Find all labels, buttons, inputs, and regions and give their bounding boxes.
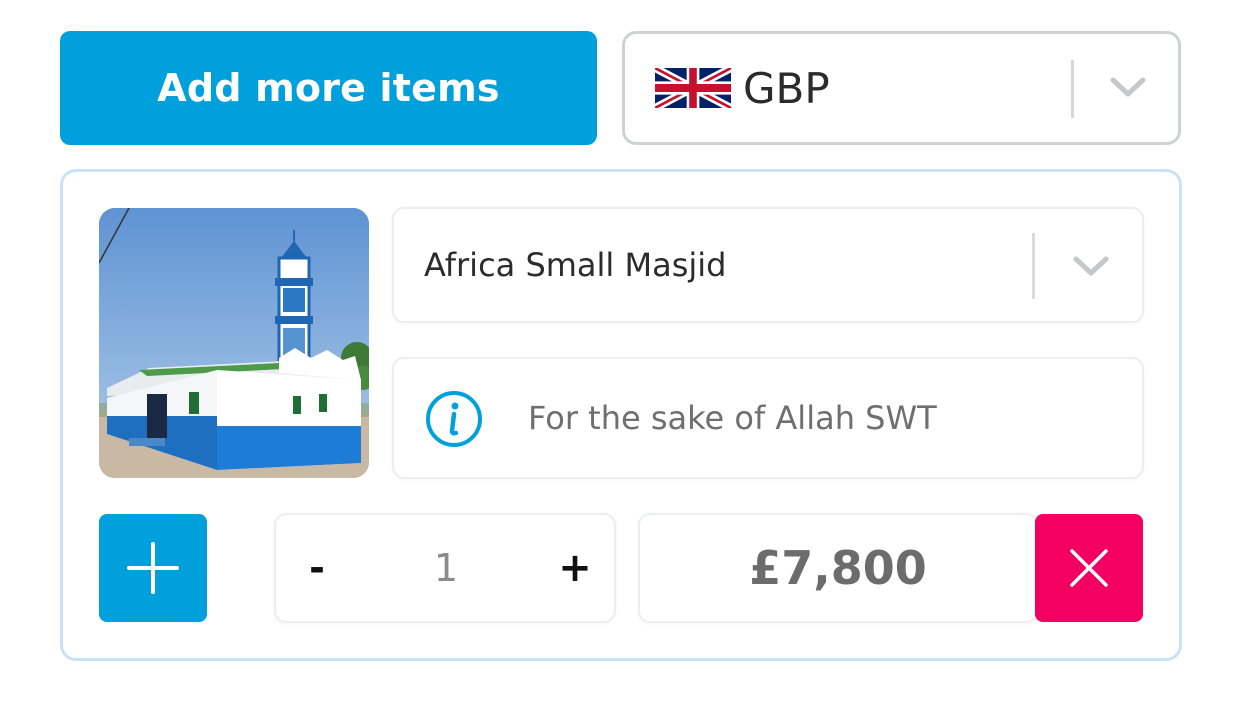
- close-icon: [1070, 549, 1108, 587]
- quantity-value[interactable]: 1: [406, 545, 486, 591]
- uk-flag-icon: [655, 68, 731, 108]
- add-item-button[interactable]: [99, 514, 207, 622]
- quantity-increase-button[interactable]: +: [558, 545, 592, 591]
- remove-item-button[interactable]: [1035, 514, 1143, 622]
- dedication-note-field[interactable]: For the sake of Allah SWT: [392, 357, 1144, 479]
- amount-field[interactable]: £7,800: [638, 513, 1038, 623]
- currency-code: GBP: [743, 63, 830, 113]
- dedication-note-text: For the sake of Allah SWT: [528, 399, 937, 437]
- chevron-down-icon: [1073, 256, 1109, 276]
- chevron-down-icon: [1110, 77, 1146, 97]
- product-divider: [1032, 233, 1035, 299]
- plus-icon: [127, 542, 179, 594]
- currency-select[interactable]: GBP: [622, 31, 1181, 145]
- add-more-items-button[interactable]: Add more items: [60, 31, 597, 145]
- product-name: Africa Small Masjid: [424, 246, 727, 284]
- info-icon: [426, 391, 482, 447]
- add-more-items-label: Add more items: [157, 66, 500, 110]
- amount-value: £7,800: [749, 541, 927, 595]
- masjid-photo: [99, 208, 369, 478]
- quantity-stepper: - 1 +: [274, 513, 616, 623]
- currency-divider: [1071, 60, 1074, 118]
- quantity-decrease-button[interactable]: -: [302, 545, 332, 591]
- product-select[interactable]: Africa Small Masjid: [392, 207, 1144, 323]
